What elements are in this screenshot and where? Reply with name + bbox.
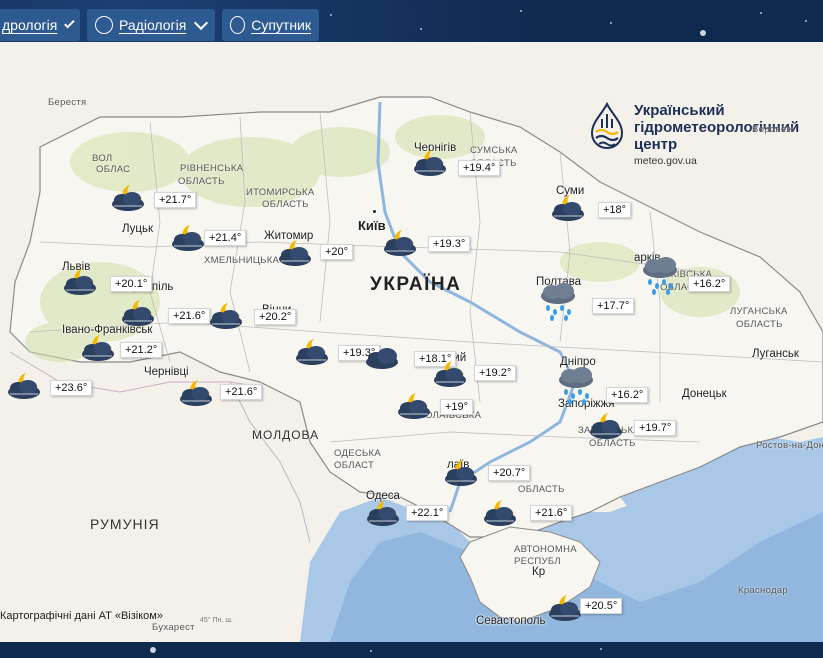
city-label-sevastopol: Севастополь <box>476 615 546 627</box>
city-label-lutsk: Луцьк <box>122 223 154 235</box>
temperature-badge[interactable]: +18° <box>598 202 632 218</box>
city-label-krasnodar: Краснодар <box>738 585 788 596</box>
temperature-badge[interactable]: +19.7° <box>634 420 677 436</box>
temperature-badge[interactable]: +22.1° <box>406 505 449 521</box>
temperature-badge[interactable]: +20.5° <box>580 598 623 614</box>
temperature-badge[interactable]: +16.2° <box>606 387 649 403</box>
moon-cloud-icon[interactable] <box>410 147 452 179</box>
temperature-badge[interactable]: +19° <box>440 399 474 415</box>
moon-cloud-icon[interactable] <box>118 297 160 329</box>
rain-cloud-icon[interactable] <box>556 366 598 405</box>
region-label: ХМЕЛЬНИЦЬКА <box>204 255 280 266</box>
moon-cloud-icon[interactable] <box>60 266 102 298</box>
region-label: ВОЛ <box>92 153 113 164</box>
region-label: ОДЕСЬКА <box>334 448 382 459</box>
temperature-badge[interactable]: +20.2° <box>254 309 297 325</box>
temperature-badge[interactable]: +20.7° <box>488 465 531 481</box>
city-label-luhansk: Луганськ <box>752 348 799 360</box>
brand-url[interactable]: meteo.gov.ua <box>634 155 799 167</box>
rain-cloud-icon[interactable] <box>640 256 682 295</box>
temperature-badge[interactable]: +16.2° <box>688 276 731 292</box>
region-label: ОБЛАСТ <box>334 460 375 471</box>
temperature-badge[interactable]: +17.7° <box>592 298 635 314</box>
temperature-badge[interactable]: +21.6° <box>530 505 573 521</box>
temperature-badge[interactable]: +19.2° <box>474 365 517 381</box>
bottom-bar <box>0 642 823 658</box>
chevron-down-icon <box>64 17 75 28</box>
chevron-down-icon <box>194 15 209 30</box>
brand-line1: Український <box>634 102 725 119</box>
city-label-brest: Берестя <box>48 97 87 108</box>
moon-cloud-icon[interactable] <box>176 377 218 409</box>
temperature-badge[interactable]: +21.4° <box>204 230 247 246</box>
moon-cloud-icon[interactable] <box>363 497 405 529</box>
moon-cloud-icon[interactable] <box>394 390 436 422</box>
capital-marker-icon <box>372 209 377 214</box>
tab-radiology-label: Радіологія <box>119 17 187 33</box>
map-attribution: Картографічні дані АТ «Візіком» <box>0 610 163 622</box>
moon-cloud-icon[interactable] <box>586 410 628 442</box>
moon-cloud-icon[interactable] <box>548 192 590 224</box>
moon-cloud-icon[interactable] <box>206 300 248 332</box>
moon-cloud-icon[interactable] <box>4 370 46 402</box>
city-label-rostov: Ростов-на-Дон <box>756 440 823 451</box>
temperature-badge[interactable]: +20.1° <box>110 276 153 292</box>
region-label: ИТОМИРСЬКА <box>246 187 315 198</box>
temperature-badge[interactable]: +19.3° <box>428 236 471 252</box>
globe-icon <box>230 16 246 34</box>
temperature-badge[interactable]: +21.6° <box>220 384 263 400</box>
region-label: ЛУГАНСЬКА <box>730 306 788 317</box>
temperature-badge[interactable]: +21.2° <box>120 342 163 358</box>
moon-cloud-icon[interactable] <box>480 497 522 529</box>
moon-cloud-icon[interactable] <box>108 182 150 214</box>
region-label: ОБЛАСТЬ <box>178 176 225 187</box>
ukrhydromet-logo-icon <box>590 102 624 150</box>
region-label: ОБЛАС <box>96 164 131 175</box>
city-label-bucharest: Бухарест <box>152 622 195 633</box>
temperature-badge[interactable]: +23.6° <box>50 380 93 396</box>
country-label-romania: РУМУНІЯ <box>90 516 160 532</box>
brand-line3: центр <box>634 136 678 153</box>
moon-cloud-icon[interactable] <box>292 336 334 368</box>
moon-cloud-icon[interactable] <box>380 227 422 259</box>
weather-map[interactable]: Український гідрометеорологічний центр m… <box>0 42 823 642</box>
region-label: ОБЛАСТЬ <box>262 199 309 210</box>
region-label: АВТОНОМНА <box>514 544 577 555</box>
city-label-donetsk: Донецьк <box>682 388 727 400</box>
region-label: СУМСЬКА <box>470 145 518 156</box>
country-label-ukraine: УКРАЇНА <box>370 274 462 295</box>
temperature-badge[interactable]: +21.6° <box>168 308 211 324</box>
cloud-icon[interactable] <box>362 342 404 374</box>
temperature-badge[interactable]: +19.4° <box>458 160 501 176</box>
temperature-badge[interactable]: +20° <box>320 244 354 260</box>
tab-hydrology[interactable]: дрологія <box>0 9 80 41</box>
moon-cloud-icon[interactable] <box>275 237 317 269</box>
city-label-kherson: Кр <box>532 566 546 578</box>
city-label-voronezh: Воронеж <box>752 124 794 135</box>
rain-cloud-icon[interactable] <box>538 282 580 321</box>
country-label-moldova: МОЛДОВА <box>252 428 320 442</box>
moon-cloud-icon[interactable] <box>441 457 483 489</box>
region-label: ОБЛАСТЬ <box>518 484 565 495</box>
tab-satellite-label: Супутник <box>251 17 311 33</box>
moon-cloud-icon[interactable] <box>78 332 120 364</box>
tab-hydrology-label: дрологія <box>2 17 58 33</box>
radiation-icon <box>95 16 113 34</box>
tab-radiology[interactable]: Радіологія <box>87 9 215 41</box>
top-nav-bar: дрологія Радіологія Супутник <box>0 0 823 42</box>
parallel-label: 45° Пн. ш. <box>200 617 233 624</box>
region-label: РІВНЕНСЬКА <box>180 163 244 174</box>
tab-satellite[interactable]: Супутник <box>222 9 319 41</box>
moon-cloud-icon[interactable] <box>430 358 472 390</box>
temperature-badge[interactable]: +21.7° <box>154 192 197 208</box>
region-label: ОБЛАСТЬ <box>736 319 783 330</box>
